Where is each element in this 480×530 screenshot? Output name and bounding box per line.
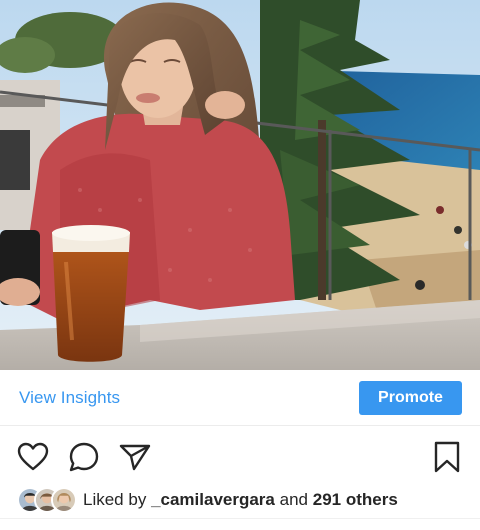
comment-icon[interactable] — [67, 440, 101, 474]
bookmark-icon[interactable] — [430, 440, 464, 474]
heart-icon[interactable] — [16, 440, 50, 474]
insights-bar: View Insights Promote — [0, 370, 480, 426]
divider — [0, 518, 480, 519]
post-actions — [0, 434, 480, 480]
likes-others-count[interactable]: 291 others — [313, 490, 398, 509]
avatar — [51, 487, 77, 513]
promote-button[interactable]: Promote — [359, 380, 462, 415]
liker-username[interactable]: _camilavergara — [151, 490, 275, 509]
likes-text: Liked by _camilavergara and 291 others — [83, 490, 398, 510]
liker-avatars[interactable] — [17, 487, 77, 513]
post-image — [0, 0, 480, 370]
view-insights-link[interactable]: View Insights — [19, 388, 120, 408]
post-photo[interactable] — [0, 0, 480, 370]
send-icon[interactable] — [118, 440, 152, 474]
likes-prefix: Liked by — [83, 490, 147, 509]
likes-connector: and — [279, 490, 308, 509]
likes-row: Liked by _camilavergara and 291 others — [17, 484, 398, 516]
